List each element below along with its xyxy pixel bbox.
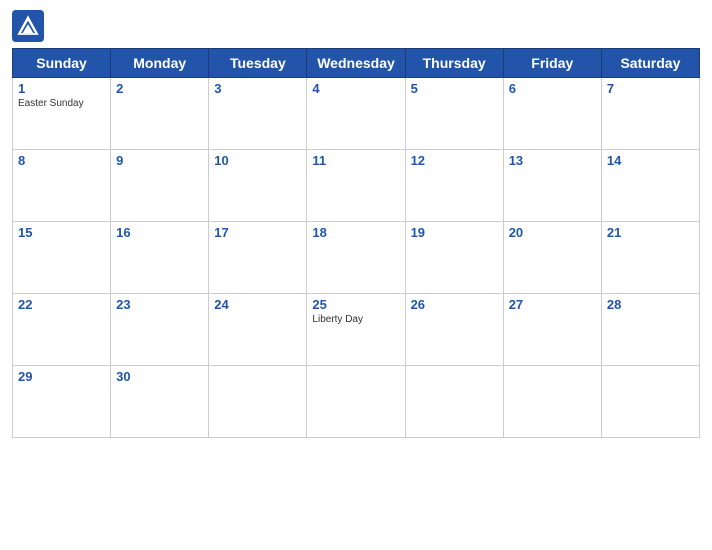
day-number: 6 bbox=[509, 81, 596, 96]
calendar-day-cell: 29 bbox=[13, 366, 111, 438]
calendar-day-cell: 28 bbox=[601, 294, 699, 366]
calendar-day-cell: 27 bbox=[503, 294, 601, 366]
calendar-week-row: 1 Easter Sunday 234567 bbox=[13, 78, 700, 150]
calendar-day-cell: 26 bbox=[405, 294, 503, 366]
day-number: 28 bbox=[607, 297, 694, 312]
day-number: 7 bbox=[607, 81, 694, 96]
calendar-day-cell: 16 bbox=[111, 222, 209, 294]
calendar-day-cell: 8 bbox=[13, 150, 111, 222]
calendar-week-row: 15 16 17 18 19 20 21 bbox=[13, 222, 700, 294]
calendar-day-cell: 13 bbox=[503, 150, 601, 222]
event-label: Easter Sunday bbox=[18, 98, 105, 110]
day-number: 8 bbox=[18, 153, 105, 168]
calendar-day-cell: 18 bbox=[307, 222, 405, 294]
calendar-day-cell: 12 bbox=[405, 150, 503, 222]
day-number: 5 bbox=[411, 81, 498, 96]
calendar-day-cell: 15 bbox=[13, 222, 111, 294]
day-number: 18 bbox=[312, 225, 399, 240]
calendar-table: SundayMondayTuesdayWednesdayThursdayFrid… bbox=[12, 48, 700, 438]
day-number: 4 bbox=[312, 81, 399, 96]
day-number: 19 bbox=[411, 225, 498, 240]
calendar-day-cell: 25 Liberty Day bbox=[307, 294, 405, 366]
calendar-day-cell: 3 bbox=[209, 78, 307, 150]
weekday-header-cell: Friday bbox=[503, 49, 601, 78]
calendar-day-cell: 14 bbox=[601, 150, 699, 222]
calendar-body: 1Easter Sunday23456789101112131415161718… bbox=[13, 78, 700, 438]
calendar-day-cell bbox=[209, 366, 307, 438]
day-number: 14 bbox=[607, 153, 694, 168]
day-number: 11 bbox=[312, 153, 399, 168]
calendar-day-cell: 10 bbox=[209, 150, 307, 222]
weekday-header-row: SundayMondayTuesdayWednesdayThursdayFrid… bbox=[13, 49, 700, 78]
day-number: 1 bbox=[18, 81, 105, 96]
weekday-header-cell: Thursday bbox=[405, 49, 503, 78]
weekday-header-cell: Tuesday bbox=[209, 49, 307, 78]
calendar-day-cell: 2 bbox=[111, 78, 209, 150]
calendar-day-cell: 7 bbox=[601, 78, 699, 150]
day-number: 9 bbox=[116, 153, 203, 168]
calendar-day-cell: 5 bbox=[405, 78, 503, 150]
calendar-day-cell bbox=[601, 366, 699, 438]
day-number: 29 bbox=[18, 369, 105, 384]
calendar-week-row: 89 10 11 12 13 14 bbox=[13, 150, 700, 222]
day-number: 30 bbox=[116, 369, 203, 384]
calendar-day-cell: 1 Easter Sunday bbox=[13, 78, 111, 150]
day-number: 25 bbox=[312, 297, 399, 312]
header-row bbox=[12, 10, 700, 42]
calendar-day-cell: 21 bbox=[601, 222, 699, 294]
day-number: 20 bbox=[509, 225, 596, 240]
event-label: Liberty Day bbox=[312, 314, 399, 326]
day-number: 23 bbox=[116, 297, 203, 312]
calendar-wrapper: SundayMondayTuesdayWednesdayThursdayFrid… bbox=[0, 0, 712, 550]
calendar-day-cell: 9 bbox=[111, 150, 209, 222]
day-number: 15 bbox=[18, 225, 105, 240]
day-number: 27 bbox=[509, 297, 596, 312]
weekday-header-cell: Monday bbox=[111, 49, 209, 78]
day-number: 17 bbox=[214, 225, 301, 240]
weekday-header-cell: Wednesday bbox=[307, 49, 405, 78]
day-number: 16 bbox=[116, 225, 203, 240]
calendar-week-row: 29 30 bbox=[13, 366, 700, 438]
calendar-day-cell: 23 bbox=[111, 294, 209, 366]
calendar-day-cell: 30 bbox=[111, 366, 209, 438]
calendar-day-cell bbox=[307, 366, 405, 438]
calendar-day-cell: 17 bbox=[209, 222, 307, 294]
calendar-day-cell bbox=[503, 366, 601, 438]
calendar-day-cell: 22 bbox=[13, 294, 111, 366]
generalblue-logo-icon bbox=[12, 10, 44, 42]
weekday-header-cell: Saturday bbox=[601, 49, 699, 78]
day-number: 12 bbox=[411, 153, 498, 168]
calendar-day-cell: 20 bbox=[503, 222, 601, 294]
calendar-day-cell: 6 bbox=[503, 78, 601, 150]
weekday-header-cell: Sunday bbox=[13, 49, 111, 78]
calendar-day-cell: 24 bbox=[209, 294, 307, 366]
day-number: 24 bbox=[214, 297, 301, 312]
calendar-day-cell: 19 bbox=[405, 222, 503, 294]
calendar-day-cell bbox=[405, 366, 503, 438]
day-number: 26 bbox=[411, 297, 498, 312]
calendar-day-cell: 11 bbox=[307, 150, 405, 222]
calendar-week-row: 22 23 24 25 Liberty Day 26 27 28 bbox=[13, 294, 700, 366]
day-number: 22 bbox=[18, 297, 105, 312]
day-number: 10 bbox=[214, 153, 301, 168]
logo-area bbox=[12, 10, 48, 42]
day-number: 13 bbox=[509, 153, 596, 168]
calendar-day-cell: 4 bbox=[307, 78, 405, 150]
day-number: 2 bbox=[116, 81, 203, 96]
day-number: 3 bbox=[214, 81, 301, 96]
day-number: 21 bbox=[607, 225, 694, 240]
